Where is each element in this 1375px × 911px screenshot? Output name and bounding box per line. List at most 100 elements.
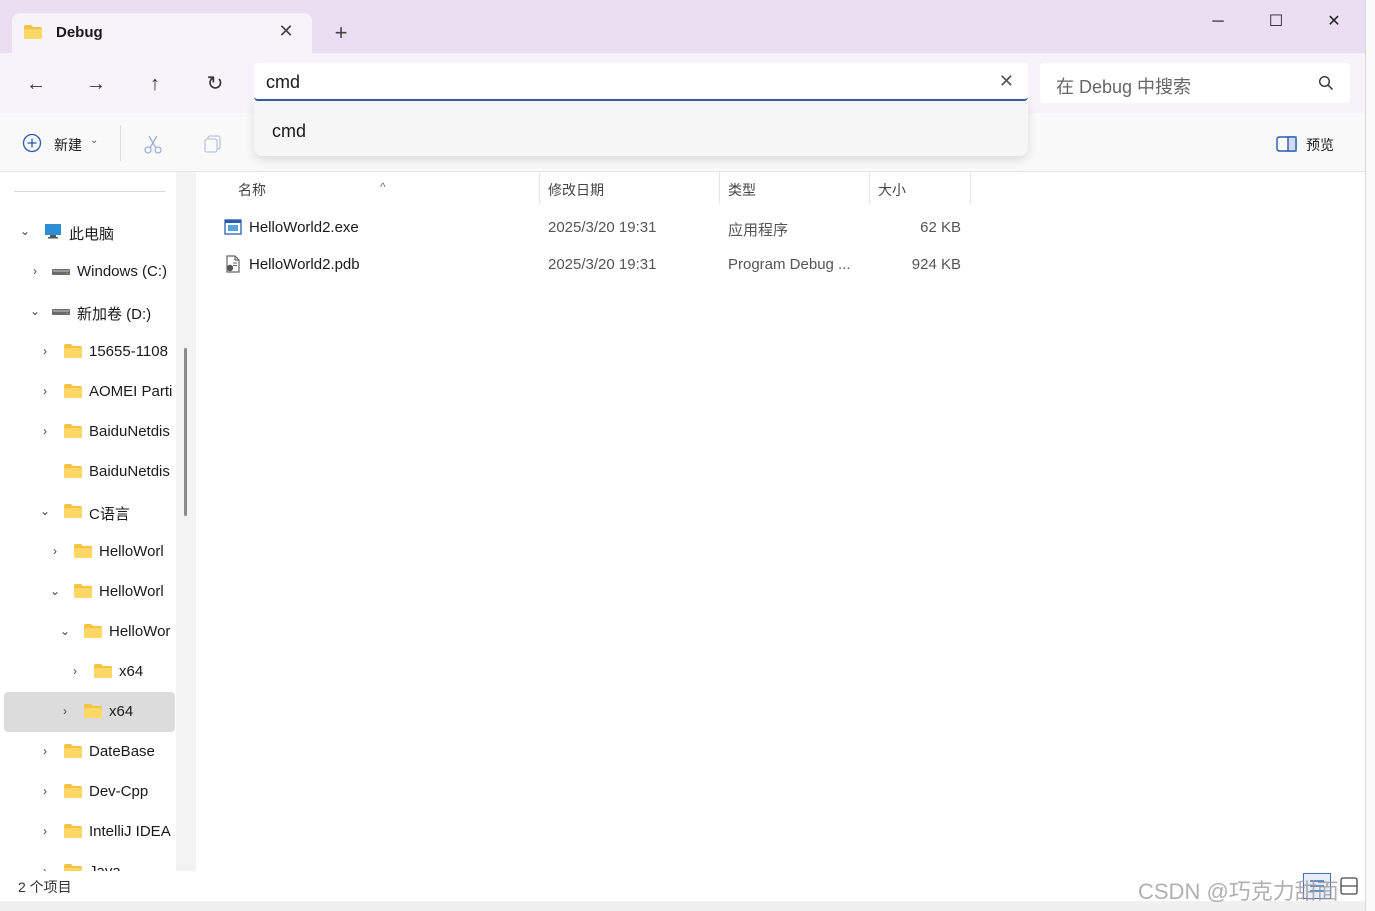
tiles-view-icon[interactable] — [1338, 875, 1360, 897]
sidebar-item-label: AOMEI Parti — [89, 383, 173, 400]
sidebar-item-label: IntelliJ IDEA — [89, 823, 171, 840]
file-type: Program Debug ... — [728, 256, 851, 273]
preview-label: 预览 — [1306, 137, 1334, 153]
chevron-down-icon[interactable]: ⌄ — [58, 624, 72, 638]
sidebar-item-label: Dev-Cpp — [89, 783, 149, 800]
sidebar-item[interactable]: › x64 — [4, 692, 175, 732]
sidebar-item[interactable]: ⌄ C语言 — [4, 492, 175, 532]
sidebar-item[interactable]: › AOMEI Parti — [4, 372, 175, 412]
column-size[interactable]: 大小 — [870, 172, 971, 204]
chevron-down-icon[interactable]: ⌄ — [38, 504, 52, 518]
file-modified: 2025/3/20 19:31 — [548, 256, 657, 273]
chevron-right-icon[interactable]: › — [68, 664, 82, 678]
tab-title: Debug — [56, 24, 103, 41]
chevron-down-icon[interactable]: ⌄ — [28, 304, 42, 318]
column-name-label: 名称 — [238, 182, 266, 198]
address-bar[interactable]: cmd ✕ — [254, 63, 1028, 101]
maximize-button[interactable]: ☐ — [1264, 10, 1288, 34]
up-button[interactable]: ↑ — [141, 70, 169, 98]
sidebar-item[interactable]: ⌄ 此电脑 — [4, 212, 175, 252]
sidebar-scrollbar-track[interactable] — [176, 172, 196, 871]
sidebar-item-label: DateBase — [89, 743, 155, 760]
sidebar-item[interactable]: › HelloWorl — [4, 532, 175, 572]
folder-icon — [24, 25, 42, 39]
chevron-down-icon[interactable]: ⌄ — [48, 584, 62, 598]
chevron-right-icon[interactable]: › — [38, 824, 52, 838]
watermark: CSDN @巧克力甜面 — [1138, 879, 1339, 904]
forward-button[interactable]: → — [82, 70, 110, 98]
folder-icon — [64, 424, 82, 438]
sidebar-item[interactable]: › Java — [4, 852, 175, 871]
folder-icon — [84, 624, 102, 638]
sidebar-item[interactable]: › Dev-Cpp — [4, 772, 175, 812]
sidebar-item[interactable]: › BaiduNetdis — [4, 412, 175, 452]
tab-debug[interactable]: Debug ✕ — [12, 13, 312, 53]
sidebar-item-label: x64 — [109, 703, 134, 720]
navigation-pane: ⌄ 此电脑 › Windows (C:) ⌄ 新加卷 (D:) › 15655-1108 › AO… — [0, 172, 196, 871]
close-window-button[interactable]: ✕ — [1322, 10, 1346, 34]
cut-icon[interactable] — [142, 133, 164, 155]
chevron-right-icon[interactable]: › — [28, 264, 42, 278]
item-count: 2 个项目 — [18, 879, 72, 895]
chevron-right-icon[interactable]: › — [38, 744, 52, 758]
chevron-right-icon[interactable]: › — [58, 704, 72, 718]
suggestion-item[interactable]: cmd — [272, 121, 306, 142]
file-explorer-window: Debug ✕ + ─ ☐ ✕ ← → ↑ ↻ cmd ✕ 在 Debug 中搜… — [0, 0, 1375, 911]
folder-icon — [84, 704, 102, 718]
sidebar-item[interactable]: › IntelliJ IDEA — [4, 812, 175, 852]
search-input[interactable]: 在 Debug 中搜索 — [1056, 73, 1191, 99]
drive-icon — [52, 309, 70, 315]
chevron-down-icon[interactable]: ⌄ — [18, 224, 32, 238]
search-icon[interactable] — [1318, 75, 1334, 91]
sidebar-item[interactable]: › DateBase — [4, 732, 175, 772]
exe-icon — [224, 219, 242, 235]
copy-icon[interactable] — [202, 133, 224, 155]
chevron-right-icon[interactable]: › — [38, 344, 52, 358]
search-box[interactable]: 在 Debug 中搜索 — [1040, 63, 1350, 103]
sidebar-item[interactable]: ⌄ HelloWorl — [4, 572, 175, 612]
minimize-button[interactable]: ─ — [1206, 10, 1230, 34]
refresh-button[interactable]: ↻ — [201, 70, 229, 98]
title-bar: Debug ✕ + ─ ☐ ✕ — [0, 0, 1375, 53]
folder-icon — [64, 344, 82, 358]
column-modified[interactable]: 修改日期 — [540, 172, 720, 204]
sidebar-scrollbar-thumb[interactable] — [184, 348, 187, 516]
computer-icon — [45, 224, 61, 239]
file-name: HelloWorld2.pdb — [249, 256, 360, 273]
sidebar-item[interactable]: BaiduNetdis — [4, 452, 175, 492]
new-tab-button[interactable]: + — [328, 20, 354, 46]
folder-icon — [64, 384, 82, 398]
folder-icon — [74, 544, 92, 558]
back-button[interactable]: ← — [22, 70, 50, 98]
sidebar-item[interactable]: ⌄ 新加卷 (D:) — [4, 292, 175, 332]
file-name: HelloWorld2.exe — [249, 219, 359, 236]
address-input[interactable]: cmd — [266, 72, 300, 93]
sidebar-item-label: x64 — [119, 663, 144, 680]
sidebar-item-label: BaiduNetdis — [89, 423, 170, 440]
chevron-right-icon[interactable]: › — [38, 864, 52, 871]
file-row[interactable]: HelloWorld2.exe 2025/3/20 19:31 应用程序 62 … — [216, 210, 976, 246]
sidebar-item[interactable]: ⌄ HelloWor — [4, 612, 175, 652]
sidebar-item[interactable]: › 15655-1108 — [4, 332, 175, 372]
sidebar-item[interactable]: › Windows (C:) — [4, 252, 175, 292]
sidebar-item-label: HelloWorl — [99, 583, 164, 600]
column-type[interactable]: 类型 — [720, 172, 870, 204]
file-row[interactable]: HelloWorld2.pdb 2025/3/20 19:31 Program … — [216, 247, 976, 283]
folder-icon — [64, 504, 82, 518]
file-modified: 2025/3/20 19:31 — [548, 219, 657, 236]
clear-address-icon[interactable]: ✕ — [999, 71, 1014, 92]
chevron-down-icon: ⌄ — [90, 135, 99, 146]
chevron-right-icon[interactable]: › — [38, 424, 52, 438]
chevron-right-icon[interactable]: › — [38, 784, 52, 798]
tab-close-icon[interactable]: ✕ — [276, 21, 296, 41]
chevron-right-icon[interactable]: › — [38, 384, 52, 398]
folder-icon — [64, 784, 82, 798]
chevron-right-icon[interactable]: › — [48, 544, 62, 558]
column-name[interactable]: 名称 ^ — [230, 172, 540, 204]
plus-circle-icon — [22, 133, 42, 153]
toolbar-divider — [120, 125, 121, 161]
sidebar-item[interactable]: › x64 — [4, 652, 175, 692]
window-right-edge — [1365, 0, 1375, 911]
preview-pane-icon — [1276, 136, 1297, 152]
address-suggestions: cmd — [254, 101, 1028, 156]
